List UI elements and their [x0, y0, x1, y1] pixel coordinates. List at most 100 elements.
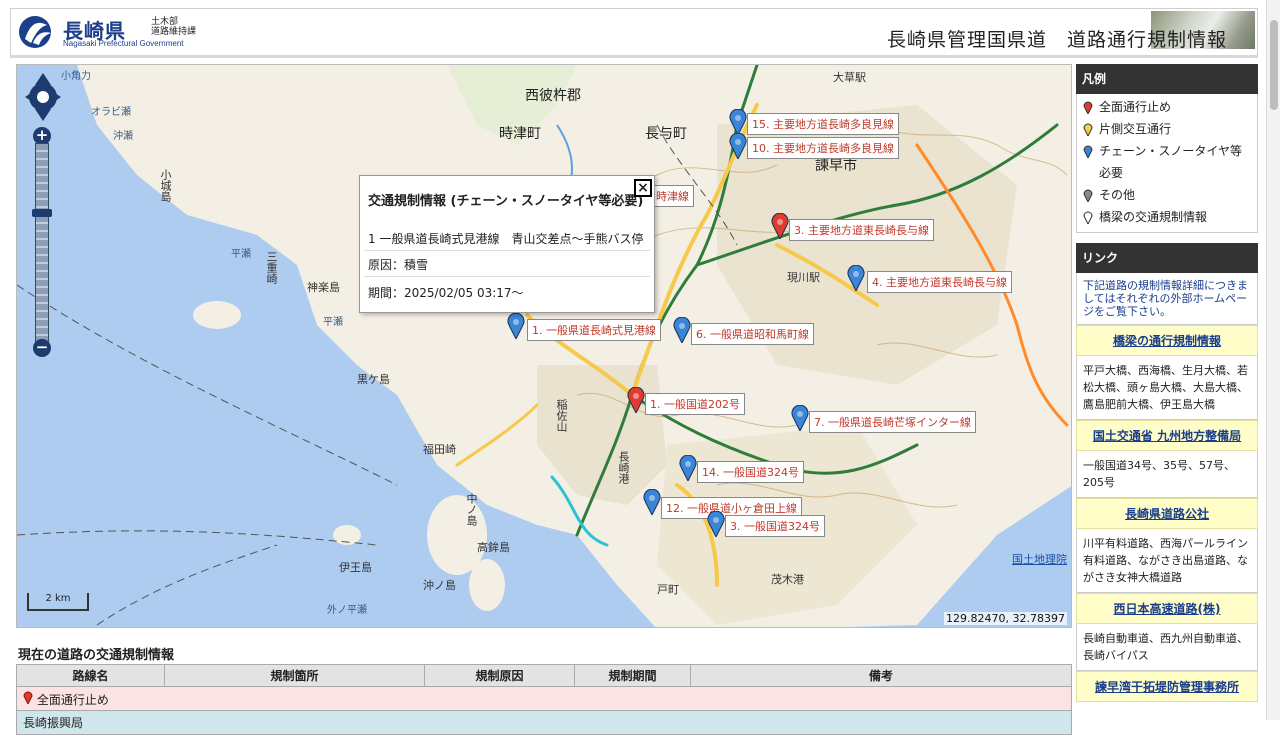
- legend-pin-icon: [1083, 123, 1093, 136]
- legend-pin-icon: [1083, 101, 1093, 114]
- legend-label: その他: [1099, 188, 1136, 202]
- restriction-label[interactable]: 10. 主要地方道長崎多良見線: [747, 137, 899, 159]
- place-label: 茂木港: [771, 573, 804, 586]
- zoom-out-button[interactable]: −: [33, 339, 51, 357]
- group-office-cell: 長崎振興局: [16, 710, 1072, 735]
- place-label: 伊王島: [339, 561, 372, 574]
- legend-heading: 凡例: [1076, 64, 1258, 94]
- place-label: 福田崎: [423, 443, 456, 456]
- legend-item: その他: [1083, 184, 1251, 206]
- restriction-label[interactable]: 7. 一般県道長崎芒塚インター線: [809, 411, 976, 433]
- place-label: 戸町: [657, 583, 679, 596]
- restriction-label[interactable]: 3. 一般国道324号: [725, 515, 825, 537]
- place-label: 稲佐山: [555, 399, 568, 432]
- road-map[interactable]: 西彼杵郡 時津町 長与町 諫早市 小角力 オラビ瀬 沖瀬 小城島 平瀬 三重崎 …: [16, 64, 1072, 628]
- legend-item: 橋梁の交通規制情報: [1083, 206, 1251, 228]
- restriction-popup: 交通規制情報 (チェーン・スノータイヤ等必要) × 1 一般県道長崎式見港線 青…: [359, 175, 655, 313]
- table-header-row: 路線名 規制箇所 規制原因 規制期間 備考: [16, 664, 1072, 687]
- place-nagayo: 長与町: [645, 126, 687, 142]
- place-label: 長崎港: [617, 451, 630, 484]
- place-label: 高鉾島: [477, 541, 510, 554]
- link-description: 一般国道34号、35号、57号、205号: [1076, 451, 1258, 498]
- link-description: 長崎自動車道、西九州自動車道、長崎バイパス: [1076, 624, 1258, 671]
- traffic-info-title: 現在の道路の交通規制情報: [18, 648, 175, 663]
- map-pin-icon[interactable]: [507, 313, 525, 339]
- gsi-attribution-link[interactable]: 国土地理院: [1012, 551, 1067, 567]
- place-label: 外ノ平瀬: [327, 605, 367, 616]
- external-link[interactable]: 諫早湾干拓堤防管理事務所: [1076, 671, 1258, 702]
- map-coordinates: 129.82470, 32.78397: [944, 612, 1067, 625]
- map-pin-icon[interactable]: [673, 317, 691, 343]
- external-link[interactable]: 橋梁の通行規制情報: [1076, 325, 1258, 356]
- popup-cause: 原因：積雪: [368, 258, 429, 272]
- scrollbar-thumb[interactable]: [1270, 20, 1278, 110]
- restriction-label[interactable]: 14. 一般国道324号: [697, 461, 804, 483]
- map-pin-icon[interactable]: [847, 265, 865, 291]
- restriction-label[interactable]: 4. 主要地方道東長崎長与線: [867, 271, 1012, 293]
- map-pin-icon[interactable]: [643, 489, 661, 515]
- link-description: 川平有料道路、西海パールライン有料道路、ながさき出島道路、ながさき女神大橋道路: [1076, 529, 1258, 593]
- group-label: 全面通行止め: [36, 692, 109, 707]
- restriction-label[interactable]: 1. 一般国道202号: [645, 393, 745, 415]
- place-label: 小城島: [159, 169, 172, 202]
- page-scrollbar[interactable]: [1266, 0, 1280, 720]
- table-group-row: 長崎振興局: [16, 710, 1072, 735]
- map-base-layer: [17, 65, 1071, 627]
- logo-english-name: Nagasaki Prefectural Government: [63, 39, 184, 48]
- place-label: 現川駅: [787, 271, 820, 284]
- restriction-label[interactable]: 3. 主要地方道東長崎長与線: [789, 219, 934, 241]
- logo-department: 土木部 道路維持課: [151, 17, 197, 37]
- zoom-slider-handle[interactable]: [32, 209, 52, 217]
- place-label: 沖ノ島: [423, 579, 456, 592]
- external-link[interactable]: 長崎県道路公社: [1076, 498, 1258, 529]
- place-label: 三重崎: [265, 251, 278, 284]
- map-pin-icon[interactable]: [771, 213, 789, 239]
- map-pin-icon[interactable]: [791, 405, 809, 431]
- traffic-info-table: 路線名 規制箇所 規制原因 規制期間 備考 全面通行止め 長崎振興局: [16, 664, 1072, 735]
- links-heading: リンク: [1076, 243, 1258, 273]
- column-header: 路線名: [16, 664, 165, 687]
- popup-close-button[interactable]: ×: [634, 179, 652, 197]
- map-scale-bar: 2 km: [27, 593, 89, 611]
- zoom-slider[interactable]: [35, 143, 49, 343]
- external-link[interactable]: 西日本高速道路(株): [1076, 593, 1258, 624]
- legend-list: 全面通行止め片側交互通行チェーン・スノータイヤ等必要その他橋梁の交通規制情報: [1076, 94, 1258, 233]
- map-pin-icon[interactable]: [707, 511, 725, 537]
- column-header: 備考: [690, 664, 1072, 687]
- nagasaki-emblem-icon: [19, 16, 51, 48]
- legend-pin-icon: [1083, 189, 1093, 202]
- place-label: 平瀬: [323, 317, 343, 328]
- legend-label: 橋梁の交通規制情報: [1099, 210, 1208, 224]
- popup-divider: [364, 250, 650, 251]
- restriction-label[interactable]: 15. 主要地方道長崎多良見線: [747, 113, 899, 135]
- map-pin-icon[interactable]: [729, 109, 747, 135]
- group-closed-cell: 全面通行止め: [16, 686, 1072, 711]
- restriction-label[interactable]: 時津線: [651, 185, 694, 207]
- restriction-label[interactable]: 6. 一般県道昭和馬町線: [691, 323, 814, 345]
- legend-label: 片側交互通行: [1099, 122, 1172, 136]
- column-header: 規制原因: [424, 664, 575, 687]
- place-label: 黒ケ島: [357, 373, 390, 386]
- map-pin-icon[interactable]: [679, 455, 697, 481]
- column-header: 規制箇所: [164, 664, 425, 687]
- popup-title: 交通規制情報 (チェーン・スノータイヤ等必要): [368, 194, 644, 209]
- legend-label: チェーン・スノータイヤ等必要: [1099, 144, 1243, 180]
- map-pin-icon[interactable]: [627, 387, 645, 413]
- place-label: 神楽島: [307, 281, 340, 294]
- popup-divider: [364, 276, 650, 277]
- legend-item: チェーン・スノータイヤ等必要: [1083, 140, 1251, 184]
- legend-pin-icon: [1083, 211, 1093, 224]
- place-label: 平瀬: [231, 249, 251, 260]
- links-intro: 下記道路の規制情報詳細につきましてはそれぞれの外部ホームページをご覧下さい。: [1076, 273, 1258, 325]
- legend-item: 全面通行止め: [1083, 96, 1251, 118]
- place-togitsu: 時津町: [499, 126, 541, 142]
- restriction-label[interactable]: 1. 一般県道長崎式見港線: [527, 319, 661, 341]
- zoom-control[interactable]: + −: [32, 127, 52, 357]
- popup-route: 1 一般県道長崎式見港線 青山交差点～手熊バス停: [368, 232, 644, 246]
- external-link[interactable]: 国土交通省 九州地方整備局: [1076, 420, 1258, 451]
- place-label: 大草駅: [833, 71, 866, 84]
- map-pin-icon[interactable]: [729, 133, 747, 159]
- place-nishisonogi: 西彼杵郡: [525, 88, 581, 104]
- pan-control[interactable]: [25, 73, 61, 123]
- prefecture-logo[interactable]: 長崎県 土木部 道路維持課 Nagasaki Prefectural Govern…: [17, 13, 217, 53]
